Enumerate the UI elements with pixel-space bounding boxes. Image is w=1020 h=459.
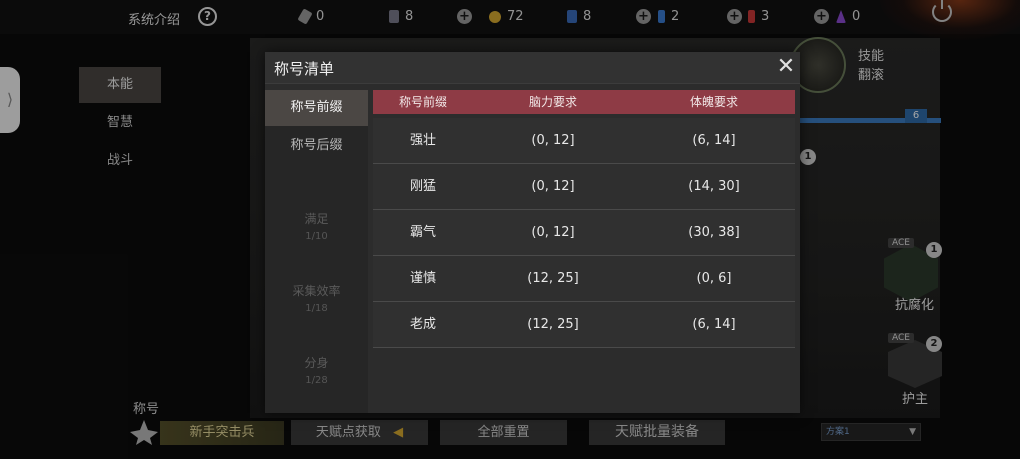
table-row: 老成 (12, 25] (6, 14] — [373, 302, 795, 348]
background-ghost-list: 满足 1/10 采集效率 1/18 分身 1/28 — [265, 202, 368, 418]
close-icon[interactable]: ✕ — [775, 56, 797, 79]
cell-brain: (0, 12] — [531, 133, 575, 148]
tab-suffix[interactable]: 称号后缀 — [265, 128, 368, 164]
cell-physique: (14, 30] — [688, 179, 740, 194]
cell-physique: (6, 14] — [692, 317, 736, 332]
cell-brain: (0, 12] — [531, 225, 575, 240]
table-row: 谨慎 (12, 25] (0, 6] — [373, 256, 795, 302]
cell-prefix: 刚猛 — [409, 179, 436, 194]
ghost-item: 分身 1/28 — [304, 356, 329, 386]
ghost-item: 满足 1/10 — [304, 212, 329, 242]
cell-prefix: 老成 — [409, 317, 436, 332]
cell-physique: (0, 6] — [696, 271, 732, 286]
cell-prefix: 谨慎 — [409, 271, 436, 286]
dialog-tabs: 称号前缀 称号后缀 满足 1/10 采集效率 1/18 分身 1/28 — [265, 90, 368, 413]
ghost-item: 采集效率 1/18 — [292, 284, 341, 314]
column-header-physique: 体魄要求 — [689, 95, 738, 109]
cell-brain: (0, 12] — [531, 179, 575, 194]
cell-prefix: 强壮 — [409, 133, 436, 148]
cell-brain: (12, 25] — [527, 317, 579, 332]
table-body: 强壮 (0, 12] (6, 14] 刚猛 (0, 12] (14, 30] 霸… — [373, 118, 795, 348]
cell-prefix: 霸气 — [409, 225, 436, 240]
cell-physique: (30, 38] — [688, 225, 740, 240]
table-row: 强壮 (0, 12] (6, 14] — [373, 118, 795, 164]
title-requirements-table: 称号前缀 脑力要求 体魄要求 强壮 (0, 12] (6, 14] 刚猛 (0,… — [373, 90, 795, 408]
column-header-prefix: 称号前缀 — [398, 95, 447, 109]
table-row: 刚猛 (0, 12] (14, 30] — [373, 164, 795, 210]
tab-prefix[interactable]: 称号前缀 — [265, 90, 368, 126]
cell-physique: (6, 14] — [692, 133, 736, 148]
cell-brain: (12, 25] — [527, 271, 579, 286]
table-row: 霸气 (0, 12] (30, 38] — [373, 210, 795, 256]
dialog-header: 称号清单 ✕ — [265, 52, 800, 84]
dialog-title: 称号清单 — [274, 60, 335, 78]
title-list-dialog: 称号清单 ✕ 称号前缀 称号后缀 满足 1/10 采集效率 1/18 分身 1/… — [265, 52, 800, 413]
table-header: 称号前缀 脑力要求 体魄要求 — [373, 90, 795, 114]
column-header-brain: 脑力要求 — [528, 95, 577, 109]
